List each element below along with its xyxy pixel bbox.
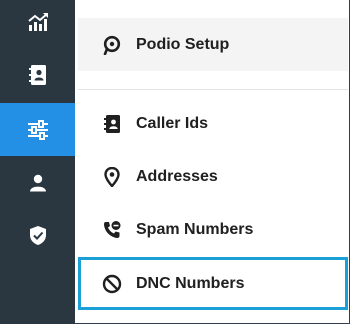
- sidebar-item-analytics[interactable]: [0, 0, 75, 48]
- menu-item-label: Spam Numbers: [136, 220, 254, 238]
- contacts-book-icon: [28, 64, 48, 86]
- sidebar-item-profile[interactable]: [0, 156, 75, 209]
- person-icon: [29, 174, 47, 192]
- icon-sidebar: [0, 0, 75, 324]
- spam-phone-icon: [102, 220, 122, 240]
- menu-item-caller-ids[interactable]: Caller Ids: [78, 97, 348, 150]
- menu-item-addresses[interactable]: Addresses: [78, 150, 348, 203]
- menu-item-label: Caller Ids: [136, 114, 209, 132]
- sidebar-item-contacts[interactable]: [0, 48, 75, 101]
- block-icon: [102, 274, 122, 294]
- settings-menu-panel: Podio Setup Caller Ids Addresses Spam Nu…: [75, 0, 349, 323]
- app-frame: Podio Setup Caller Ids Addresses Spam Nu…: [0, 0, 350, 324]
- sidebar-item-security[interactable]: [0, 209, 75, 262]
- sidebar-item-settings[interactable]: [0, 103, 75, 156]
- divider: [78, 89, 348, 90]
- menu-item-label: Podio Setup: [136, 35, 230, 53]
- menu-item-spam-numbers[interactable]: Spam Numbers: [78, 203, 348, 256]
- menu-item-dnc-numbers[interactable]: DNC Numbers: [78, 257, 348, 310]
- shield-check-icon: [29, 225, 47, 246]
- settings-sliders-icon: [27, 119, 49, 140]
- menu-item-label: Addresses: [136, 167, 218, 185]
- location-pin-icon: [102, 166, 122, 187]
- contacts-book-icon: [102, 114, 122, 134]
- menu-item-label: DNC Numbers: [136, 274, 245, 292]
- podio-icon: [102, 35, 122, 55]
- menu-item-podio-setup[interactable]: Podio Setup: [78, 18, 348, 71]
- analytics-icon: [27, 12, 49, 32]
